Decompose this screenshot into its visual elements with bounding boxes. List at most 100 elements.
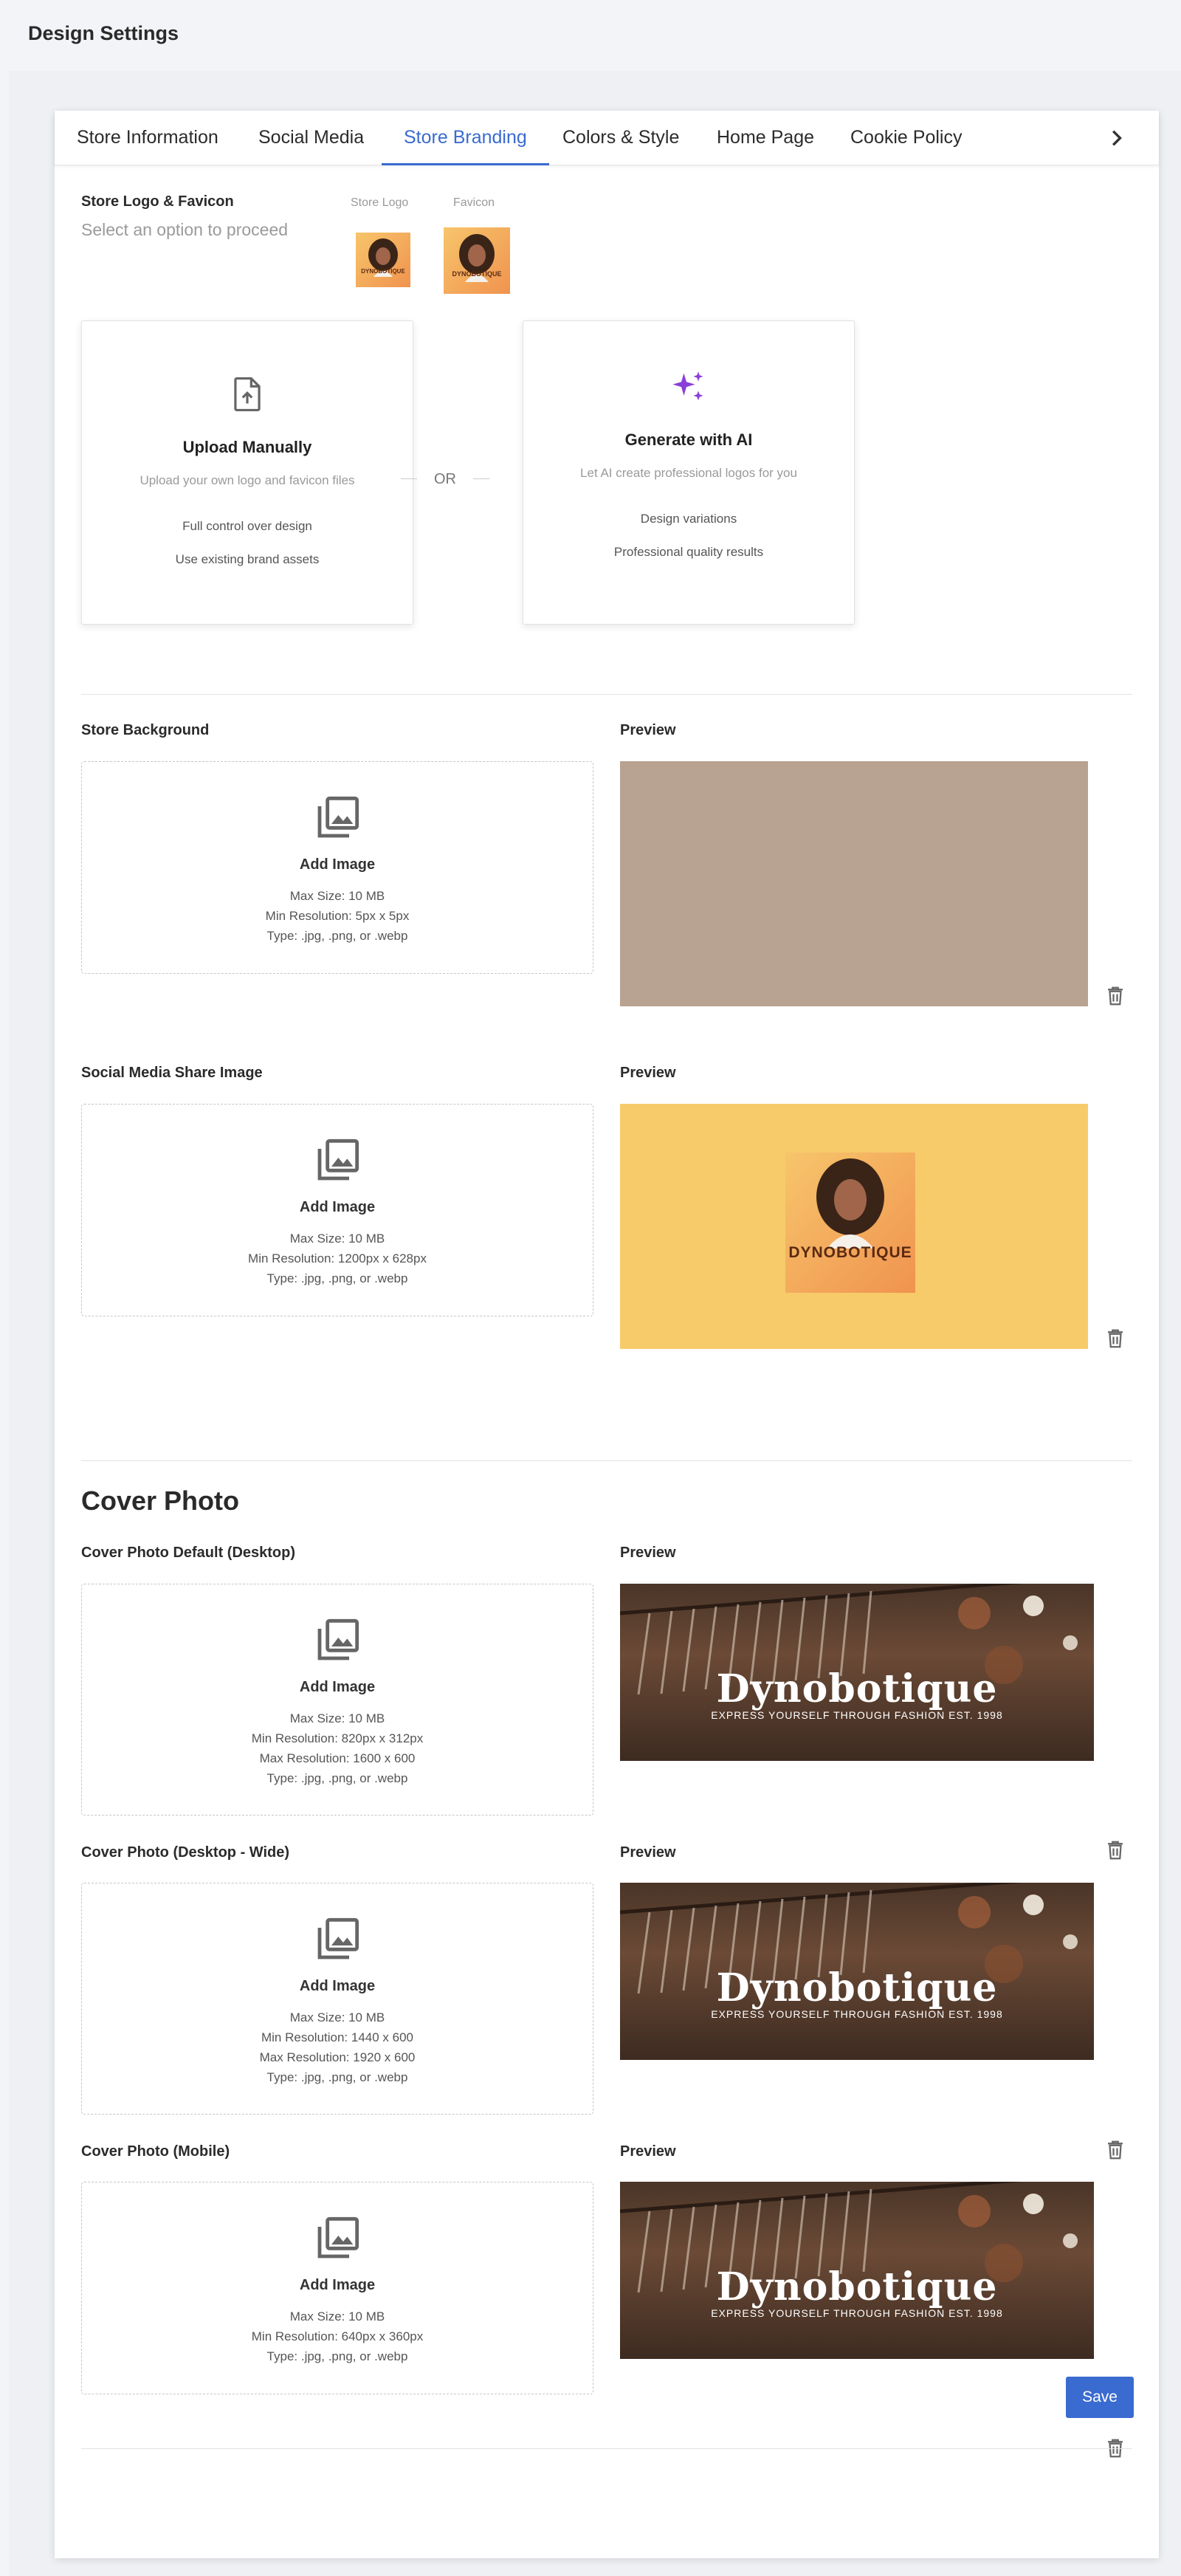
logo-section-title: Store Logo & Favicon xyxy=(81,193,234,210)
cover-mobile-preview: Dynobotique EXPRESS YOURSELF THROUGH FAS… xyxy=(620,2182,1094,2359)
upload-manually-title: Upload Manually xyxy=(182,438,312,456)
or-text: OR xyxy=(434,471,456,487)
image-gallery-icon xyxy=(317,796,359,838)
cover-mobile-label: Cover Photo (Mobile) xyxy=(81,2143,230,2160)
section-divider xyxy=(81,1460,1132,1461)
cover-photo-heading: Cover Photo xyxy=(81,1486,240,1516)
cover-brand-title: Dynobotique xyxy=(716,2264,998,2309)
image-gallery-icon xyxy=(317,2216,359,2259)
generate-with-ai-desc: Let AI create professional logos for you xyxy=(580,466,797,480)
store-background-dropzone[interactable]: Add Image Max Size: 10 MB Min Resolution… xyxy=(81,761,593,974)
preview-label: Preview xyxy=(620,722,676,738)
favicon-label: Favicon xyxy=(453,196,495,209)
tab-colors-style[interactable]: Colors & Style xyxy=(540,111,701,165)
spec-line: Type: .jpg, .png, or .webp xyxy=(266,2070,408,2084)
upload-manually-card[interactable]: Upload Manually Upload your own logo and… xyxy=(81,320,413,625)
cover-desktop-dropzone[interactable]: Add Image Max Size: 10 MB Min Resolution… xyxy=(81,1584,593,1816)
image-gallery-icon xyxy=(317,1618,359,1660)
spec-line: Max Resolution: 1600 x 600 xyxy=(259,1751,416,1765)
add-image-label: Add Image xyxy=(299,1679,376,1695)
image-gallery-icon xyxy=(317,1917,359,1960)
spec-line: Type: .jpg, .png, or .webp xyxy=(266,2349,408,2363)
spec-line: Max Size: 10 MB xyxy=(289,2010,385,2024)
store-background-label: Store Background xyxy=(81,722,210,738)
upload-manually-feature: Use existing brand assets xyxy=(175,552,320,566)
section-divider xyxy=(81,694,1132,695)
tab-home-page[interactable]: Home Page xyxy=(695,111,836,165)
page-title: Design Settings xyxy=(28,22,179,44)
cover-brand-subtitle: EXPRESS YOURSELF THROUGH FASHION EST. 19… xyxy=(711,2307,1003,2319)
trash-icon xyxy=(1108,1841,1123,1860)
or-separator: OR xyxy=(390,468,500,490)
cover-wide-dropzone[interactable]: Add Image Max Size: 10 MB Min Resolution… xyxy=(81,1883,593,2115)
spec-line: Max Size: 10 MB xyxy=(289,2309,385,2323)
cover-desktop-label: Cover Photo Default (Desktop) xyxy=(81,1545,296,1561)
delete-cover-wide-button[interactable] xyxy=(1104,2138,1126,2162)
spec-line: Type: .jpg, .png, or .webp xyxy=(266,1271,408,1285)
spec-line: Max Size: 10 MB xyxy=(289,1232,385,1246)
spec-line: Max Size: 10 MB xyxy=(289,889,385,903)
preview-label: Preview xyxy=(620,2143,676,2160)
tab-bar: Store Information Social Media Store Bra… xyxy=(55,111,1159,165)
logo-section-hint: Select an option to proceed xyxy=(81,220,289,239)
store-logo-label: Store Logo xyxy=(351,196,409,209)
tab-store-branding[interactable]: Store Branding xyxy=(382,111,549,165)
tab-cookie-policy[interactable]: Cookie Policy xyxy=(828,111,984,165)
social-share-dropzone[interactable]: Add Image Max Size: 10 MB Min Resolution… xyxy=(81,1104,593,1316)
trash-icon xyxy=(1108,1329,1123,1348)
social-share-label: Social Media Share Image xyxy=(81,1065,263,1081)
spec-line: Min Resolution: 820px x 312px xyxy=(251,1731,424,1745)
spec-line: Min Resolution: 1440 x 600 xyxy=(261,2030,414,2044)
spec-line: Min Resolution: 640px x 360px xyxy=(251,2329,424,2343)
delete-social-share-button[interactable] xyxy=(1104,1327,1126,1350)
delete-cover-desktop-button[interactable] xyxy=(1104,1838,1126,1862)
delete-store-background-button[interactable] xyxy=(1104,984,1126,1008)
cover-brand-subtitle: EXPRESS YOURSELF THROUGH FASHION EST. 19… xyxy=(711,2008,1003,2020)
cover-brand-title: Dynobotique xyxy=(716,1965,998,2010)
cover-desktop-preview: Dynobotique EXPRESS YOURSELF THROUGH FAS… xyxy=(620,1584,1094,1761)
store-background-preview xyxy=(620,761,1088,1006)
settings-card: Store Information Social Media Store Bra… xyxy=(55,111,1159,2558)
share-brand-text: DYNOBOTIQUE xyxy=(788,1244,912,1261)
cover-mobile-dropzone[interactable]: Add Image Max Size: 10 MB Min Resolution… xyxy=(81,2182,593,2394)
spec-line: Max Size: 10 MB xyxy=(289,1711,385,1725)
logo-image: DYNOBOTIQUE xyxy=(785,1153,915,1293)
tab-social-media[interactable]: Social Media xyxy=(236,111,386,165)
cover-brand-subtitle: EXPRESS YOURSELF THROUGH FASHION EST. 19… xyxy=(711,1709,1003,1721)
trash-icon xyxy=(1108,2140,1123,2160)
favicon-brand-text: DYNOBOTIQUE xyxy=(452,270,502,278)
preview-label: Preview xyxy=(620,1065,676,1081)
trash-icon xyxy=(1108,986,1123,1006)
spec-line: Min Resolution: 1200px x 628px xyxy=(248,1251,427,1265)
spec-line: Max Resolution: 1920 x 600 xyxy=(259,2050,416,2064)
add-image-label: Add Image xyxy=(299,1978,376,1994)
spec-line: Type: .jpg, .png, or .webp xyxy=(266,1771,408,1785)
generate-with-ai-feature: Design variations xyxy=(640,512,737,526)
woman-silhouette-icon xyxy=(816,1158,884,1248)
save-button[interactable]: Save xyxy=(1066,2377,1134,2418)
file-upload-icon xyxy=(231,376,264,413)
generate-with-ai-feature: Professional quality results xyxy=(613,545,764,559)
generate-with-ai-card[interactable]: Generate with AI Let AI create professio… xyxy=(523,320,855,625)
add-image-label: Add Image xyxy=(299,856,376,873)
cover-wide-label: Cover Photo (Desktop - Wide) xyxy=(81,1844,290,1861)
tab-store-information[interactable]: Store Information xyxy=(55,111,241,165)
preview-label: Preview xyxy=(620,1545,676,1561)
sparkles-icon xyxy=(669,368,708,407)
store-logo-brand-text: DYNOBOTIQUE xyxy=(361,268,405,275)
tabs-next-arrow[interactable] xyxy=(1104,126,1129,151)
section-divider xyxy=(81,2448,1132,2449)
chevron-right-icon xyxy=(1112,130,1122,146)
add-image-label: Add Image xyxy=(299,2277,376,2293)
spec-line: Type: .jpg, .png, or .webp xyxy=(266,929,408,943)
favicon-thumbnail: DYNOBOTIQUE xyxy=(444,227,510,294)
upload-manually-desc: Upload your own logo and favicon files xyxy=(140,473,355,487)
woman-silhouette-icon xyxy=(368,238,398,277)
woman-silhouette-icon xyxy=(459,234,495,282)
preview-label: Preview xyxy=(620,1844,676,1861)
generate-with-ai-title: Generate with AI xyxy=(624,430,753,449)
cover-brand-title: Dynobotique xyxy=(716,1666,998,1711)
spec-line: Min Resolution: 5px x 5px xyxy=(265,909,410,923)
cover-wide-preview: Dynobotique EXPRESS YOURSELF THROUGH FAS… xyxy=(620,1883,1094,2060)
add-image-label: Add Image xyxy=(299,1199,376,1215)
